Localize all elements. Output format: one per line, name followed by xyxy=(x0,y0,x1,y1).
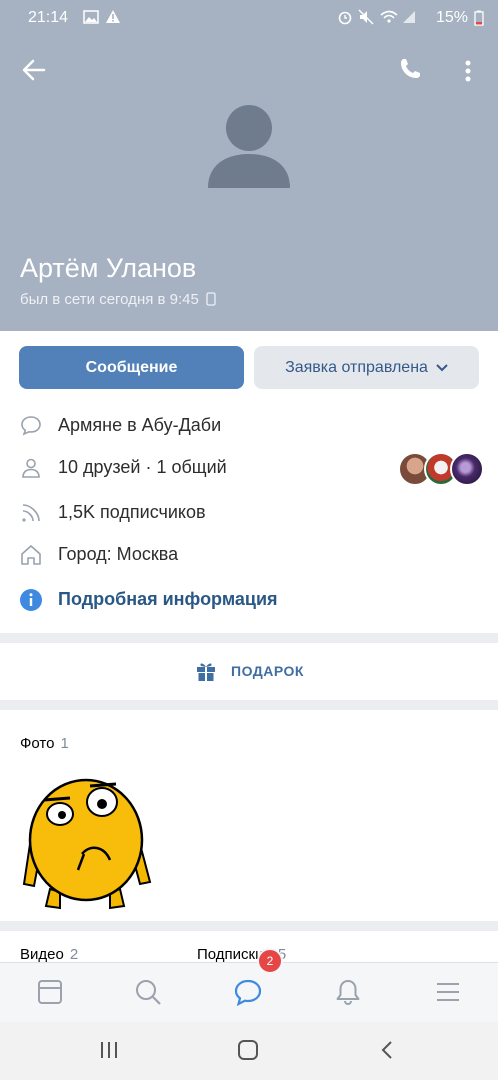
gift-label: ПОДАРОК xyxy=(231,663,304,679)
info-icon xyxy=(20,589,42,611)
recent-apps-button[interactable] xyxy=(98,1040,120,1060)
messages-badge: 2 xyxy=(257,948,283,974)
menu-icon xyxy=(437,983,459,1001)
bell-icon xyxy=(336,980,360,1006)
profile-name: Артём Уланов xyxy=(20,253,197,283)
call-button[interactable] xyxy=(398,57,426,85)
photos-count: 1 xyxy=(60,735,69,752)
chevron-left-icon xyxy=(381,1041,392,1059)
more-button[interactable] xyxy=(458,58,478,84)
nav-search[interactable] xyxy=(134,978,162,1006)
gift-icon xyxy=(197,663,215,681)
nav-menu[interactable] xyxy=(434,978,462,1006)
image-icon xyxy=(83,10,99,29)
nav-messages[interactable] xyxy=(233,978,263,1008)
avatar[interactable] xyxy=(205,104,293,190)
photo-thumbnail[interactable] xyxy=(20,774,156,914)
messages-icon xyxy=(234,979,262,1007)
arrow-left-icon xyxy=(22,59,46,81)
user-silhouette-icon xyxy=(208,105,290,188)
nav-news[interactable] xyxy=(36,978,64,1006)
photos-header[interactable]: Фото 1 xyxy=(20,735,69,752)
status-battery: 15% xyxy=(435,9,468,26)
followers-icon xyxy=(22,504,40,522)
videos-header[interactable]: Видео 2 xyxy=(20,946,78,963)
videos-title: Видео xyxy=(20,946,64,963)
status-time: 21:14 xyxy=(28,9,69,26)
mobile-icon xyxy=(206,292,216,306)
alarm-icon xyxy=(337,9,353,30)
videos-count: 2 xyxy=(69,946,79,963)
wifi-icon xyxy=(380,9,398,30)
newsfeed-icon xyxy=(38,980,62,1004)
friend-request-label: Заявка отправлена xyxy=(285,358,428,376)
chevron-down-icon xyxy=(436,363,448,371)
comment-icon xyxy=(21,416,41,436)
battery-icon xyxy=(474,10,484,31)
status-bar: 21:14 15% xyxy=(0,0,498,36)
system-back-button[interactable] xyxy=(378,1040,396,1060)
friends-link[interactable]: 10 друзей · 1 общий xyxy=(58,457,227,478)
back-button[interactable] xyxy=(20,56,50,86)
recent-apps-icon xyxy=(101,1042,117,1058)
detailed-info-link[interactable]: Подробная информация xyxy=(58,589,278,610)
group-link[interactable]: Армяне в Абу-Даби xyxy=(58,415,221,436)
home-icon xyxy=(21,545,41,565)
home-square-icon xyxy=(238,1040,258,1060)
search-icon xyxy=(136,980,161,1005)
friend-request-button[interactable]: Заявка отправлена xyxy=(254,346,479,389)
city-info: Город: Москва xyxy=(58,544,179,564)
message-button[interactable]: Сообщение xyxy=(19,346,244,389)
phone-icon xyxy=(401,59,420,78)
subscriptions-title: Подписки xyxy=(197,946,264,963)
followers-link[interactable]: 1,5K подписчиков xyxy=(58,502,206,523)
mute-icon xyxy=(358,9,374,30)
signal-icon xyxy=(402,10,416,29)
character-sticker-image xyxy=(22,778,152,910)
online-status-text: был в сети сегодня в 9:45 xyxy=(20,291,199,308)
online-status: был в сети сегодня в 9:45 xyxy=(20,291,216,308)
nav-notifications[interactable] xyxy=(334,978,362,1006)
warning-icon xyxy=(105,9,121,29)
photos-title: Фото xyxy=(20,735,55,752)
home-button[interactable] xyxy=(237,1039,259,1061)
friend-avatar[interactable] xyxy=(450,452,484,486)
more-vertical-icon xyxy=(465,60,471,82)
user-icon xyxy=(22,458,40,478)
